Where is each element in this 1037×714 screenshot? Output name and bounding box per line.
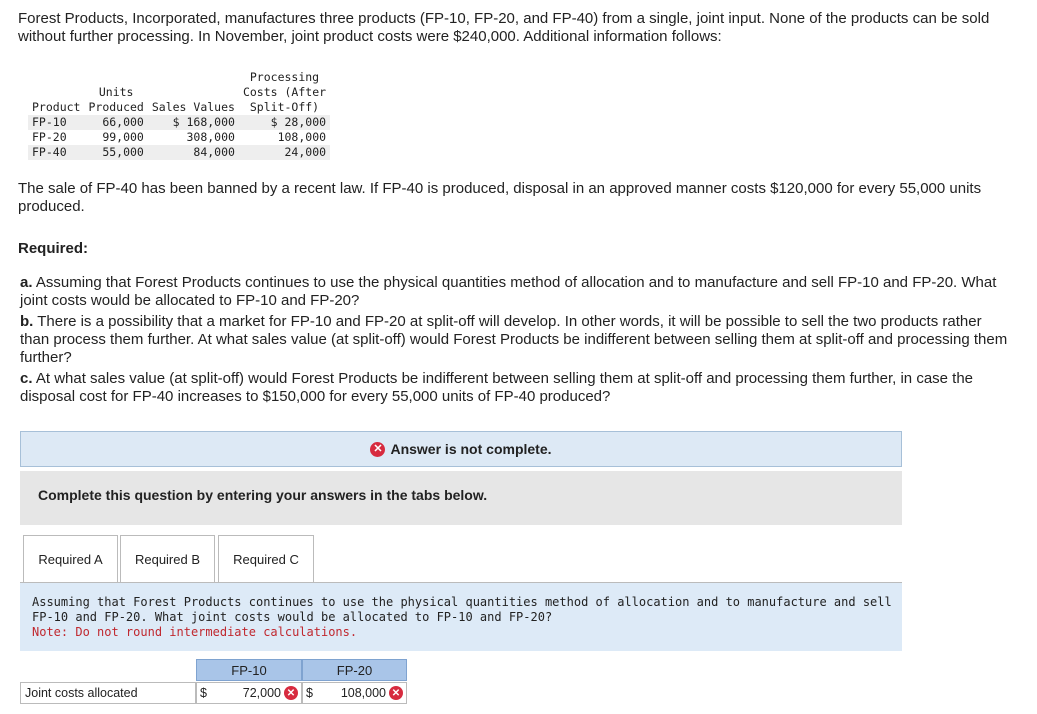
cell-product: FP-10 bbox=[28, 115, 85, 130]
cell-sales: $ 168,000 bbox=[147, 115, 239, 130]
tab-required-c[interactable]: Required C bbox=[218, 535, 314, 582]
table-header-row: Product Units Produced Sales Values Proce… bbox=[28, 70, 330, 115]
question-mark: a. bbox=[20, 274, 33, 291]
answer-row: Joint costs allocated $ 72,000 ✕ $ 108,0… bbox=[20, 682, 407, 704]
tab-required-b[interactable]: Required B bbox=[120, 535, 215, 582]
cell-sales: 84,000 bbox=[147, 145, 239, 160]
required-heading: Required: bbox=[18, 240, 89, 257]
answer-table-header: FP-10 FP-20 bbox=[20, 659, 407, 681]
law-text: The sale of FP-40 has been banned by a r… bbox=[18, 180, 982, 215]
cell-processing: 24,000 bbox=[238, 145, 331, 160]
cell-sales: 308,000 bbox=[186, 130, 235, 144]
question-a: a. Assuming that Forest Products continu… bbox=[20, 274, 1010, 310]
x-circle-icon: ✕ bbox=[389, 686, 403, 700]
fp10-answer-input[interactable]: 72,000 bbox=[243, 686, 281, 700]
table-row: FP-40 55,000 84,000 24,000 bbox=[28, 145, 331, 160]
question-b: b. There is a possibility that a market … bbox=[20, 313, 1010, 367]
cell-product: FP-20 bbox=[32, 130, 67, 144]
cell-processing: $ 28,000 bbox=[238, 115, 331, 130]
cell-units: 66,000 bbox=[84, 115, 148, 130]
tab-panel: Assuming that Forest Products continues … bbox=[20, 583, 902, 651]
panel-question: Assuming that Forest Products continues … bbox=[32, 595, 892, 640]
answer-status-text: Answer is not complete. bbox=[390, 441, 552, 457]
question-mark: b. bbox=[20, 313, 34, 330]
fp10-answer-cell: $ 72,000 ✕ bbox=[196, 682, 302, 704]
answer-status-banner: ✕ Answer is not complete. bbox=[20, 431, 902, 467]
table-row: FP-20 99,000 308,000 108,000 bbox=[28, 130, 330, 145]
col-header-fp20: FP-20 bbox=[302, 659, 407, 681]
fp20-answer-cell: $ 108,000 ✕ bbox=[302, 682, 407, 704]
row-label: Joint costs allocated bbox=[20, 682, 196, 704]
x-circle-icon: ✕ bbox=[370, 441, 386, 457]
panel-question-text: Assuming that Forest Products continues … bbox=[32, 595, 892, 624]
panel-note: Note: Do not round intermediate calculat… bbox=[32, 625, 358, 639]
table-row: FP-10 66,000 $ 168,000 $ 28,000 bbox=[28, 115, 331, 130]
cell-product: FP-40 bbox=[28, 145, 85, 160]
col-header-fp10: FP-10 bbox=[196, 659, 302, 681]
header-processing: Processing Costs (After Split-Off) bbox=[242, 70, 327, 114]
problem-intro: Forest Products, Incorporated, manufactu… bbox=[18, 10, 990, 45]
header-sales: Sales Values bbox=[151, 100, 235, 114]
question-text: There is a possibility that a market for… bbox=[20, 313, 1008, 366]
cell-units: 55,000 bbox=[84, 145, 148, 160]
fp20-answer-input[interactable]: 108,000 bbox=[341, 686, 386, 700]
currency-symbol: $ bbox=[200, 686, 207, 700]
question-mark: c. bbox=[20, 370, 33, 387]
instruction-box: Complete this question by entering your … bbox=[20, 471, 902, 525]
header-units: Units Produced bbox=[88, 85, 144, 114]
x-circle-icon: ✕ bbox=[284, 686, 298, 700]
question-text: At what sales value (at split-off) would… bbox=[20, 370, 974, 405]
cell-units: 99,000 bbox=[102, 130, 144, 144]
product-data-table: Product Units Produced Sales Values Proce… bbox=[28, 70, 331, 160]
header-product: Product bbox=[32, 100, 81, 114]
tab-required-a[interactable]: Required A bbox=[23, 535, 118, 582]
question-text: Assuming that Forest Products continues … bbox=[20, 274, 997, 309]
currency-symbol: $ bbox=[306, 686, 313, 700]
cell-processing: 108,000 bbox=[277, 130, 327, 144]
instruction-text: Complete this question by entering your … bbox=[38, 487, 488, 503]
question-c: c. At what sales value (at split-off) wo… bbox=[20, 370, 1010, 406]
